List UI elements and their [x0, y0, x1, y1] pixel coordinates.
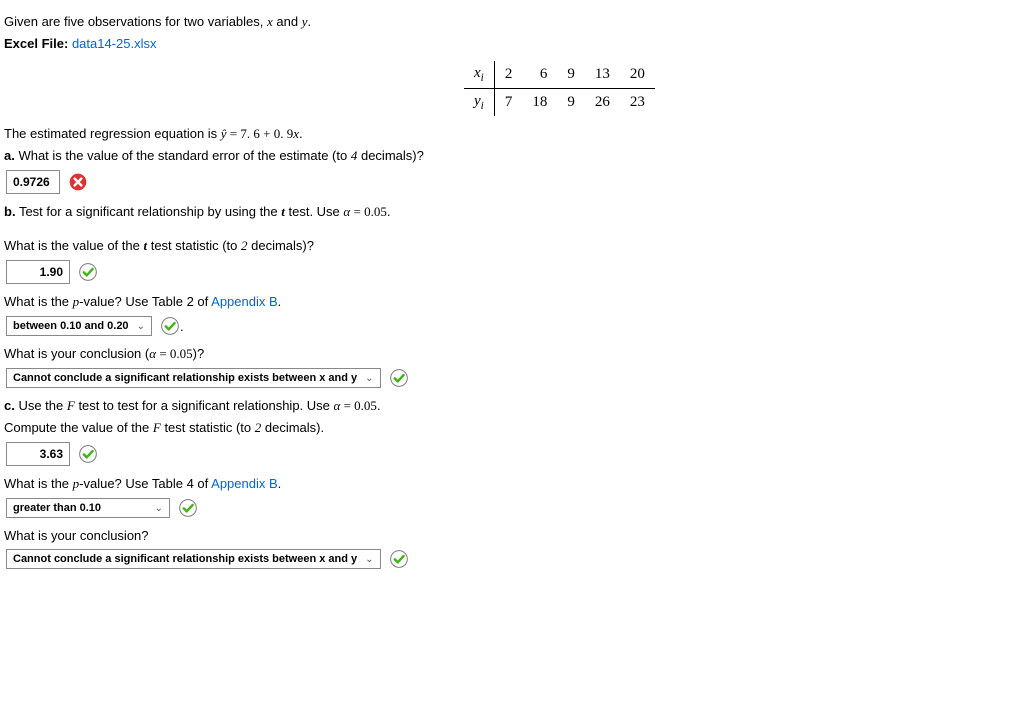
- data-table: xi 2 6 9 13 20 yi 7 18 9 26 23: [464, 61, 655, 116]
- correct-icon: [160, 316, 180, 336]
- part-b-conclusion-question: What is your conclusion (α = 0.05)?: [4, 346, 1020, 362]
- intro-text: Given are five observations for two vari…: [4, 14, 1020, 30]
- correct-icon: [389, 368, 409, 388]
- part-b-pval-select[interactable]: between 0.10 and 0.20⌄: [6, 316, 152, 336]
- correct-icon: [78, 262, 98, 282]
- correct-icon: [389, 549, 409, 569]
- part-b-tstat-question: What is the value of the t test statisti…: [4, 238, 1020, 254]
- part-c-pval-question: What is the p-value? Use Table 4 of Appe…: [4, 476, 1020, 492]
- part-a-answer-input[interactable]: 0.9726: [6, 170, 60, 194]
- part-c-pval-select[interactable]: greater than 0.10⌄: [6, 498, 170, 518]
- incorrect-icon: [68, 172, 88, 192]
- chevron-down-icon: ⌄: [137, 321, 145, 332]
- part-b-pval-question: What is the p-value? Use Table 2 of Appe…: [4, 294, 1020, 310]
- part-c-fstat-input[interactable]: 3.63: [6, 442, 70, 466]
- part-b-prompt: b. Test for a significant relationship b…: [4, 204, 1020, 220]
- excel-file-line: Excel File: data14-25.xlsx: [4, 36, 1020, 51]
- appendix-b-link[interactable]: Appendix B: [211, 476, 278, 491]
- chevron-down-icon: ⌄: [365, 373, 373, 384]
- regression-equation: The estimated regression equation is ŷ =…: [4, 126, 1020, 142]
- correct-icon: [78, 444, 98, 464]
- part-a-prompt: a. What is the value of the standard err…: [4, 148, 1020, 164]
- part-c-conclusion-question: What is your conclusion?: [4, 528, 1020, 543]
- part-b-conclusion-select[interactable]: Cannot conclude a significant relationsh…: [6, 368, 381, 388]
- appendix-b-link[interactable]: Appendix B: [211, 294, 278, 309]
- correct-icon: [178, 498, 198, 518]
- chevron-down-icon: ⌄: [365, 554, 373, 565]
- part-c-fstat-question: Compute the value of the F test statisti…: [4, 420, 1020, 436]
- part-b-tstat-input[interactable]: 1.90: [6, 260, 70, 284]
- part-c-prompt: c. Use the F test to test for a signific…: [4, 398, 1020, 414]
- part-c-conclusion-select[interactable]: Cannot conclude a significant relationsh…: [6, 549, 381, 569]
- chevron-down-icon: ⌄: [155, 503, 163, 514]
- excel-file-link[interactable]: data14-25.xlsx: [72, 36, 157, 51]
